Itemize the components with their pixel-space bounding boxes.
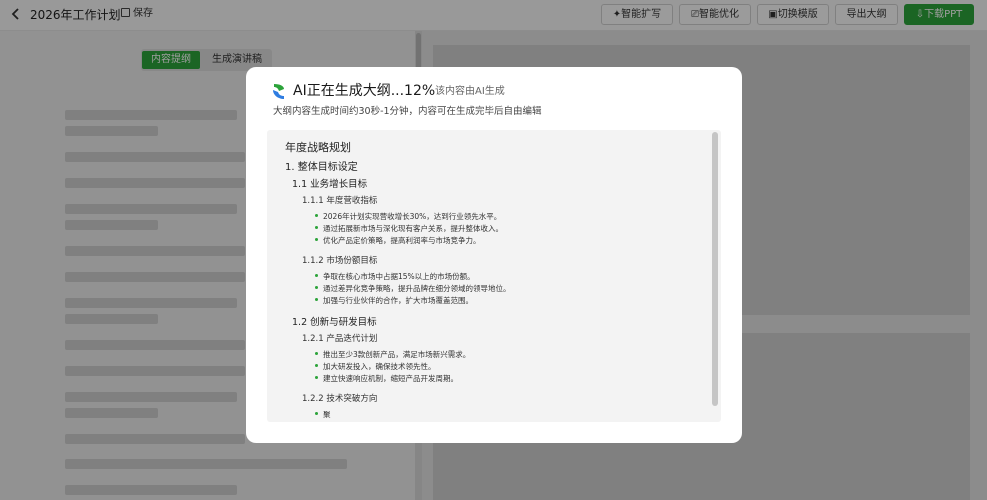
outline-bullet: 加大研发投入，确保技术领先性。 bbox=[315, 361, 436, 372]
dialog-title: AI正在生成大纲...12% bbox=[293, 83, 436, 99]
outline-bullet: 优化产品定价策略，提高利润率与市场竞争力。 bbox=[315, 235, 481, 246]
outline-heading-2: 1.1 业务增长目标 bbox=[292, 179, 368, 190]
outline-content[interactable]: 年度战略规划 1. 整体目标设定 1.1 业务增长目标 1.1.1 年度营收指标… bbox=[267, 130, 721, 422]
outline-bullet: 聚 bbox=[315, 409, 331, 420]
outline-heading-3: 1.2.1 产品迭代计划 bbox=[302, 334, 378, 344]
outline-bullet: 加强与行业伙伴的合作，扩大市场覆盖范围。 bbox=[315, 295, 473, 306]
outline-root: 年度战略规划 bbox=[285, 141, 351, 154]
outline-bullet: 建立快速响应机制，缩短产品开发周期。 bbox=[315, 373, 458, 384]
outline-bullet: 通过差异化竞争策略，提升品牌在细分领域的领导地位。 bbox=[315, 283, 511, 294]
outline-bullet: 通过拓展新市场与深化现有客户关系，提升整体收入。 bbox=[315, 223, 503, 234]
outline-heading-2: 1.2 创新与研发目标 bbox=[292, 317, 377, 328]
outline-heading-1: 1. 整体目标设定 bbox=[285, 162, 358, 173]
outline-heading-3: 1.1.1 年度营收指标 bbox=[302, 196, 378, 206]
outline-bullet: 争取在核心市场中占据15%以上的市场份额。 bbox=[315, 271, 475, 282]
ai-generated-note: 该内容由AI生成 bbox=[435, 86, 505, 97]
outline-bullet: 推出至少3款创新产品，满足市场新兴需求。 bbox=[315, 349, 470, 360]
dialog-subtitle: 大纲内容生成时间约30秒-1分钟，内容可在生成完毕后自由编辑 bbox=[273, 106, 542, 117]
outline-content-scrollbar[interactable] bbox=[712, 132, 718, 406]
outline-generation-dialog: AI正在生成大纲...12% 该内容由AI生成 大纲内容生成时间约30秒-1分钟… bbox=[246, 67, 742, 443]
outline-heading-3: 1.2.2 技术突破方向 bbox=[302, 394, 378, 404]
outline-heading-3: 1.1.2 市场份额目标 bbox=[302, 256, 378, 266]
ai-logo-icon bbox=[272, 83, 286, 100]
outline-bullet: 2026年计划实现营收增长30%，达到行业领先水平。 bbox=[315, 211, 501, 222]
